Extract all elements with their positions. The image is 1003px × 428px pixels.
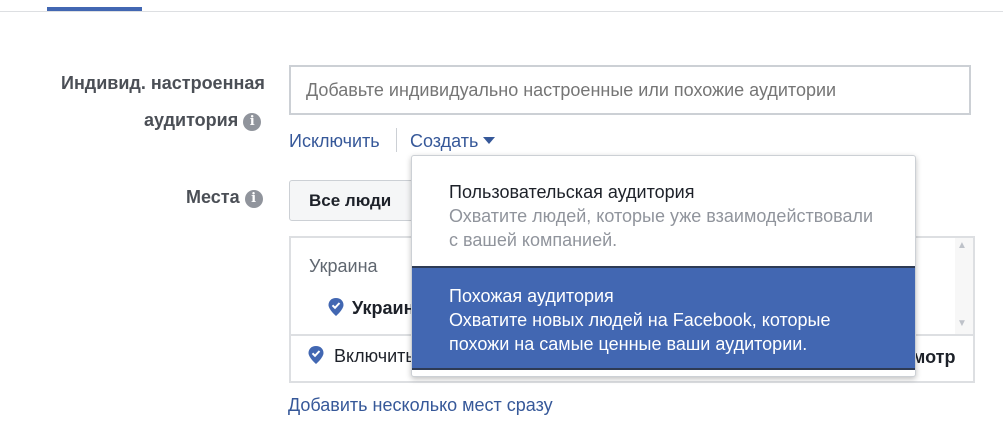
menu-item-title: Похожая аудитория: [449, 286, 614, 306]
browse-button[interactable]: мотр: [912, 347, 955, 368]
menu-item-title: Пользовательская аудитория: [449, 182, 695, 202]
create-dropdown-link[interactable]: Создать: [410, 131, 496, 152]
places-label: Места: [186, 187, 240, 207]
selected-country-label: Украин: [352, 298, 415, 318]
scroll-up-icon[interactable]: ▲: [957, 240, 967, 251]
scroll-down-icon[interactable]: ▼: [957, 318, 967, 329]
custom-audience-label-text: аудитория: [144, 110, 239, 130]
location-pin-icon: [328, 298, 344, 316]
menu-item-lookalike-audience[interactable]: Похожая аудитория Охватите новых людей н…: [412, 266, 915, 368]
create-link-label: Создать: [410, 131, 479, 151]
tab-divider: [0, 11, 1003, 12]
include-selector[interactable]: Включить: [308, 346, 415, 367]
info-icon[interactable]: i: [244, 190, 263, 208]
custom-audience-label-line2: аудитория i: [144, 110, 262, 131]
custom-audience-input[interactable]: [289, 65, 971, 115]
menu-item-custom-audience[interactable]: Пользовательская аудитория Охватите люде…: [412, 156, 915, 266]
caret-down-icon: [483, 137, 496, 144]
location-pin-icon: [308, 346, 324, 364]
create-dropdown-menu: Пользовательская аудитория Охватите люде…: [411, 155, 916, 377]
selected-country-item[interactable]: Украин: [328, 298, 414, 319]
menu-item-description: Охватите людей, которые уже взаимодейств…: [449, 206, 874, 250]
add-multiple-places-link[interactable]: Добавить несколько мест сразу: [288, 395, 553, 416]
places-label-row: Места i: [186, 187, 263, 208]
info-icon[interactable]: i: [243, 113, 262, 131]
link-separator: [396, 128, 397, 152]
exclude-link[interactable]: Исключить: [289, 131, 380, 152]
country-group-header: Украина: [309, 256, 378, 276]
custom-audience-label: Индивид. настроенная: [61, 73, 265, 93]
include-label: Включить: [334, 346, 415, 366]
places-scrollbar[interactable]: ▲ ▼: [955, 238, 973, 334]
people-selector-button[interactable]: Все люди: [289, 180, 419, 221]
menu-item-description: Охватите новых людей на Facebook, которы…: [449, 310, 831, 354]
menu-bottom-border: [412, 368, 915, 370]
